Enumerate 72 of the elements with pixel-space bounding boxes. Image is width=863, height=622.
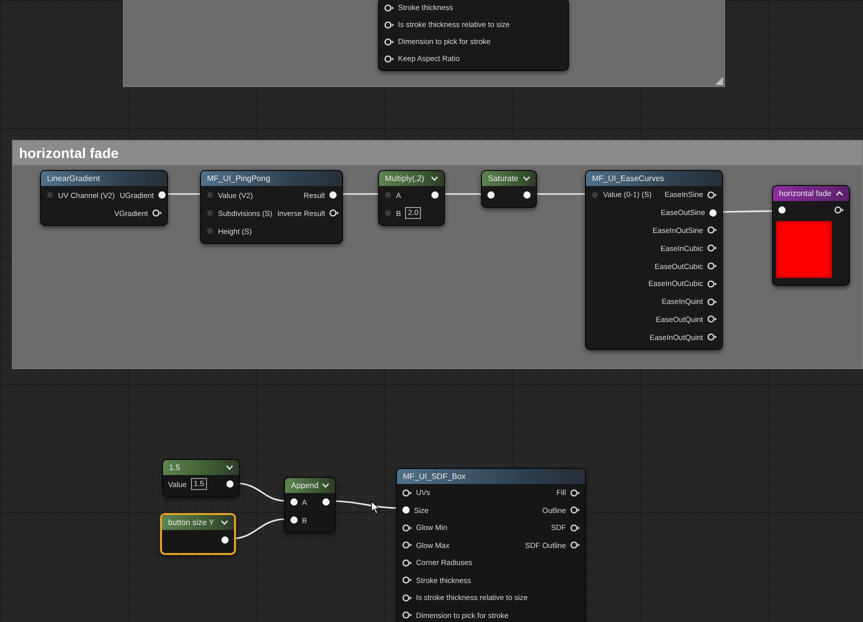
graph-node[interactable]: button size Y — [160, 513, 236, 555]
caret-icon[interactable] — [221, 520, 228, 525]
pin-icon[interactable] — [402, 611, 412, 620]
caret-icon[interactable] — [226, 465, 233, 470]
node-title: MF_UI_EaseCurves — [592, 174, 664, 183]
pin-icon[interactable] — [523, 191, 531, 199]
node-header[interactable]: MF_UI_EaseCurves — [586, 171, 722, 186]
pin-icon[interactable] — [707, 280, 717, 288]
pin-icon[interactable] — [834, 206, 844, 214]
pin-icon[interactable] — [707, 226, 717, 234]
pin-icon[interactable] — [570, 506, 580, 514]
pin-icon[interactable] — [707, 298, 717, 306]
pin-icon[interactable] — [570, 488, 580, 497]
pin-icon[interactable] — [402, 558, 412, 567]
pin-icon[interactable] — [329, 209, 340, 217]
pin-icon[interactable] — [152, 209, 162, 217]
node-header[interactable]: 1.5 — [163, 460, 239, 475]
pin-icon[interactable] — [402, 506, 410, 514]
graph-node[interactable]: Saturate — [481, 170, 537, 208]
cursor-icon — [371, 501, 380, 514]
pin-icon[interactable] — [707, 315, 717, 324]
node-title: MF_UI_SDF_Box — [403, 472, 466, 481]
pin-icon[interactable] — [431, 191, 439, 199]
node-title: Saturate — [488, 174, 518, 183]
pin-icon[interactable] — [384, 20, 394, 28]
pin-icon[interactable] — [226, 480, 234, 488]
node-header[interactable]: Append — [285, 478, 335, 493]
color-preview — [776, 221, 832, 278]
pin-icon[interactable] — [384, 38, 394, 46]
node-title: 1.5 — [169, 463, 180, 472]
pin-icon[interactable] — [707, 333, 717, 342]
pin-icon[interactable] — [322, 498, 330, 506]
pin-icon[interactable] — [570, 524, 580, 532]
node-title: Append — [291, 481, 319, 490]
pin-icon[interactable] — [384, 4, 394, 12]
node-header[interactable]: button size Y — [162, 515, 234, 530]
caret-icon[interactable] — [431, 176, 438, 181]
node-header[interactable]: LinearGradient — [41, 171, 167, 186]
pin-icon[interactable] — [402, 488, 412, 497]
node-header[interactable]: horizontal fade — [773, 186, 849, 201]
node-header[interactable]: Saturate — [482, 171, 536, 186]
caret-icon[interactable] — [322, 483, 329, 488]
node-title: button size Y — [168, 518, 214, 527]
pin-icon[interactable] — [158, 191, 166, 199]
node-title: Multiply(,2) — [385, 174, 424, 183]
caret-icon[interactable] — [836, 191, 843, 196]
pin-icon[interactable] — [487, 191, 495, 199]
pin-icon[interactable] — [290, 498, 298, 506]
node-header[interactable]: MF_UI_PingPong — [201, 171, 342, 186]
caret-icon[interactable] — [523, 176, 530, 181]
pin-icon[interactable] — [402, 524, 412, 532]
pin-icon[interactable] — [221, 536, 229, 544]
pin-icon[interactable] — [329, 191, 337, 199]
pin-icon[interactable] — [402, 541, 412, 550]
pin-icon[interactable] — [290, 516, 298, 524]
node-header[interactable]: Multiply(,2) — [379, 171, 444, 186]
pin-icon[interactable] — [384, 54, 394, 62]
pin-icon[interactable] — [707, 190, 717, 199]
node-title: MF_UI_PingPong — [207, 174, 270, 183]
pin-icon[interactable] — [709, 208, 717, 217]
resize-grip-icon[interactable] — [715, 77, 723, 85]
pin-icon[interactable] — [707, 262, 717, 270]
node-header[interactable]: MF_UI_SDF_Box — [397, 469, 585, 484]
pin-icon[interactable] — [402, 576, 412, 584]
pin-icon[interactable] — [402, 594, 412, 602]
pin-icon[interactable] — [570, 541, 580, 550]
comment-title: horizontal fade — [19, 145, 119, 161]
pin-icon[interactable] — [707, 244, 717, 252]
pin-icon[interactable] — [778, 206, 786, 214]
node-title: LinearGradient — [47, 174, 100, 183]
node-title: horizontal fade — [779, 189, 832, 198]
graph-node[interactable]: horizontal fade — [772, 185, 850, 286]
